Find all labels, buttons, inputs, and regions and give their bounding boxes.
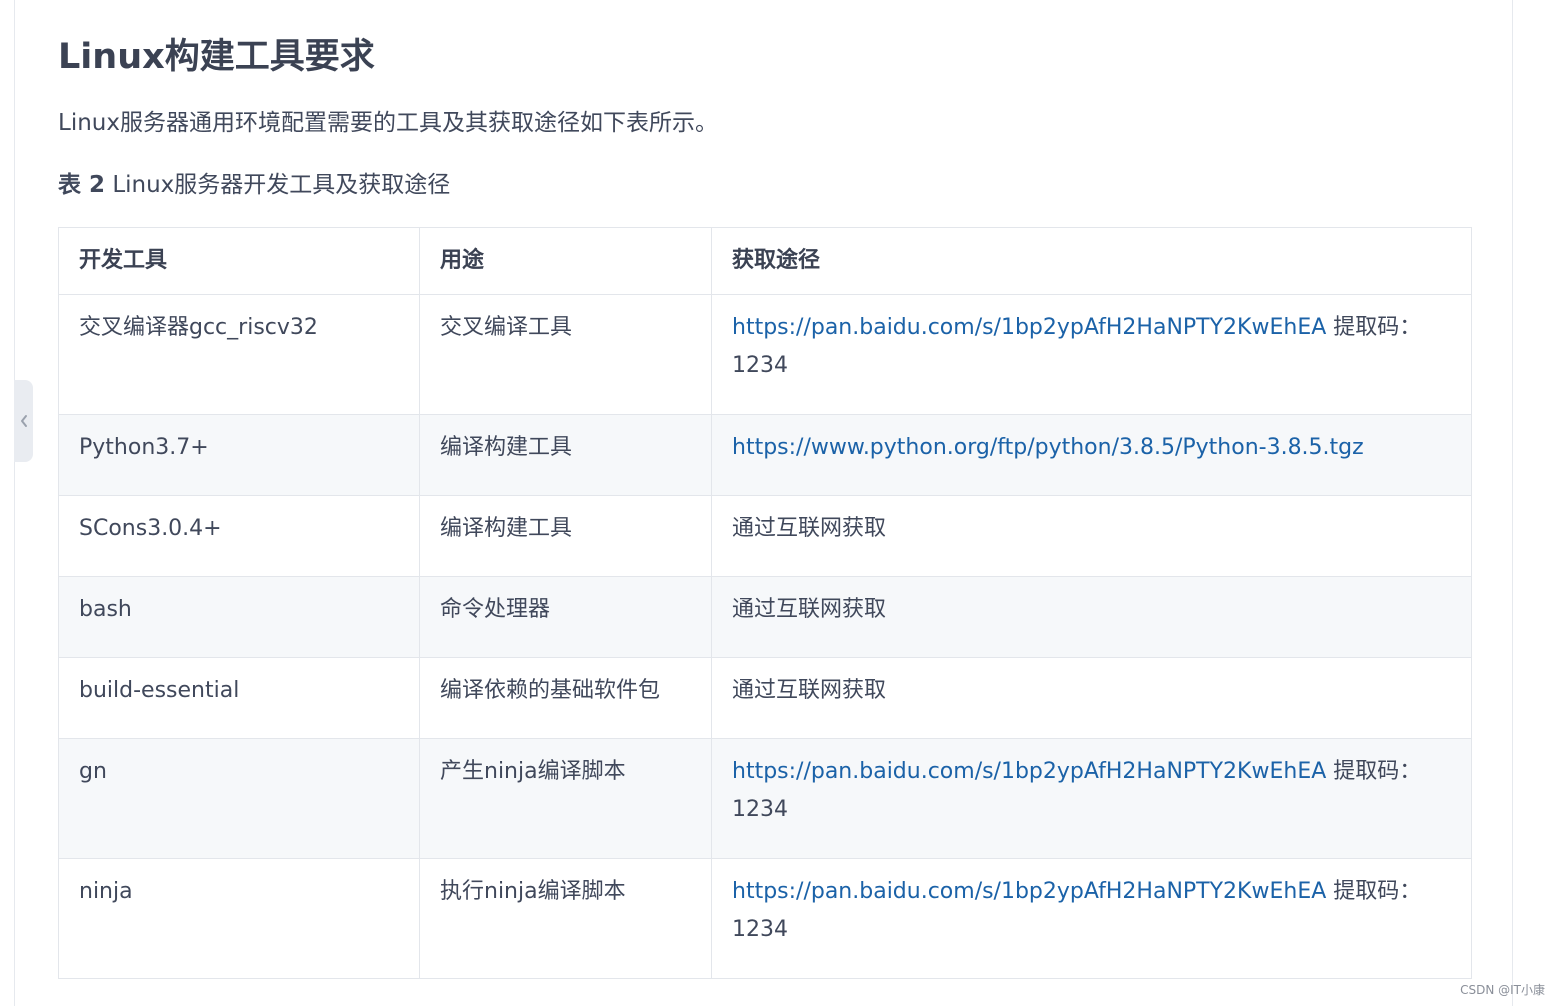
table-row: ninja 执行ninja编译脚本 https://pan.baidu.com/… xyxy=(58,858,1472,979)
header-tool: 开发工具 xyxy=(58,227,420,295)
download-link[interactable]: https://pan.baidu.com/s/1bp2ypAfH2HaNPTY… xyxy=(732,879,1326,904)
table-caption: 表 2 Linux服务器开发工具及获取途径 xyxy=(58,168,450,202)
chevron-left-icon xyxy=(19,414,29,428)
download-link[interactable]: https://www.python.org/ftp/python/3.8.5/… xyxy=(732,435,1364,460)
cell-tool: SCons3.0.4+ xyxy=(58,495,420,577)
table-caption-label: 表 2 xyxy=(58,172,106,198)
cell-purpose: 执行ninja编译脚本 xyxy=(419,858,712,979)
table-row: SCons3.0.4+ 编译构建工具 通过互联网获取 xyxy=(58,495,1472,577)
tools-table: 开发工具 用途 获取途径 交叉编译器gcc_riscv32 交叉编译工具 htt… xyxy=(58,227,1472,979)
cell-tool: 交叉编译器gcc_riscv32 xyxy=(58,294,420,415)
cell-purpose: 命令处理器 xyxy=(419,576,712,658)
cell-source: 通过互联网获取 xyxy=(711,495,1472,577)
cell-source: https://pan.baidu.com/s/1bp2ypAfH2HaNPTY… xyxy=(711,294,1472,415)
header-purpose: 用途 xyxy=(419,227,712,295)
csdn-watermark: CSDN @IT小康 xyxy=(1460,983,1545,997)
cell-purpose: 产生ninja编译脚本 xyxy=(419,738,712,859)
table-row: gn 产生ninja编译脚本 https://pan.baidu.com/s/1… xyxy=(58,738,1472,859)
cell-purpose: 编译依赖的基础软件包 xyxy=(419,657,712,739)
cell-tool: bash xyxy=(58,576,420,658)
header-source: 获取途径 xyxy=(711,227,1472,295)
intro-paragraph: Linux服务器通用环境配置需要的工具及其获取途径如下表所示。 xyxy=(58,110,718,136)
cell-source: 通过互联网获取 xyxy=(711,657,1472,739)
table-row: 交叉编译器gcc_riscv32 交叉编译工具 https://pan.baid… xyxy=(58,294,1472,415)
cell-tool: gn xyxy=(58,738,420,859)
cell-purpose: 编译构建工具 xyxy=(419,414,712,496)
cell-source: 通过互联网获取 xyxy=(711,576,1472,658)
page-title: Linux构建工具要求 xyxy=(58,37,375,77)
cell-tool: Python3.7+ xyxy=(58,414,420,496)
sidebar-collapse-button[interactable] xyxy=(14,380,33,462)
cell-tool: ninja xyxy=(58,858,420,979)
table-row: build-essential 编译依赖的基础软件包 通过互联网获取 xyxy=(58,657,1472,739)
left-divider xyxy=(14,0,15,1006)
article-content: Linux构建工具要求 Linux服务器通用环境配置需要的工具及其获取途径如下表… xyxy=(58,28,1472,979)
download-link[interactable]: https://pan.baidu.com/s/1bp2ypAfH2HaNPTY… xyxy=(732,759,1326,784)
download-link[interactable]: https://pan.baidu.com/s/1bp2ypAfH2HaNPTY… xyxy=(732,315,1326,340)
table-caption-text: Linux服务器开发工具及获取途径 xyxy=(105,172,451,198)
page: Linux构建工具要求 Linux服务器通用环境配置需要的工具及其获取途径如下表… xyxy=(0,0,1559,1006)
table-header-row: 开发工具 用途 获取途径 xyxy=(58,227,1472,295)
cell-source: https://pan.baidu.com/s/1bp2ypAfH2HaNPTY… xyxy=(711,738,1472,859)
cell-purpose: 交叉编译工具 xyxy=(419,294,712,415)
cell-purpose: 编译构建工具 xyxy=(419,495,712,577)
table-row: bash 命令处理器 通过互联网获取 xyxy=(58,576,1472,658)
right-divider xyxy=(1512,0,1513,1006)
cell-tool: build-essential xyxy=(58,657,420,739)
cell-source: https://pan.baidu.com/s/1bp2ypAfH2HaNPTY… xyxy=(711,858,1472,979)
table-row: Python3.7+ 编译构建工具 https://www.python.org… xyxy=(58,414,1472,496)
cell-source: https://www.python.org/ftp/python/3.8.5/… xyxy=(711,414,1472,496)
